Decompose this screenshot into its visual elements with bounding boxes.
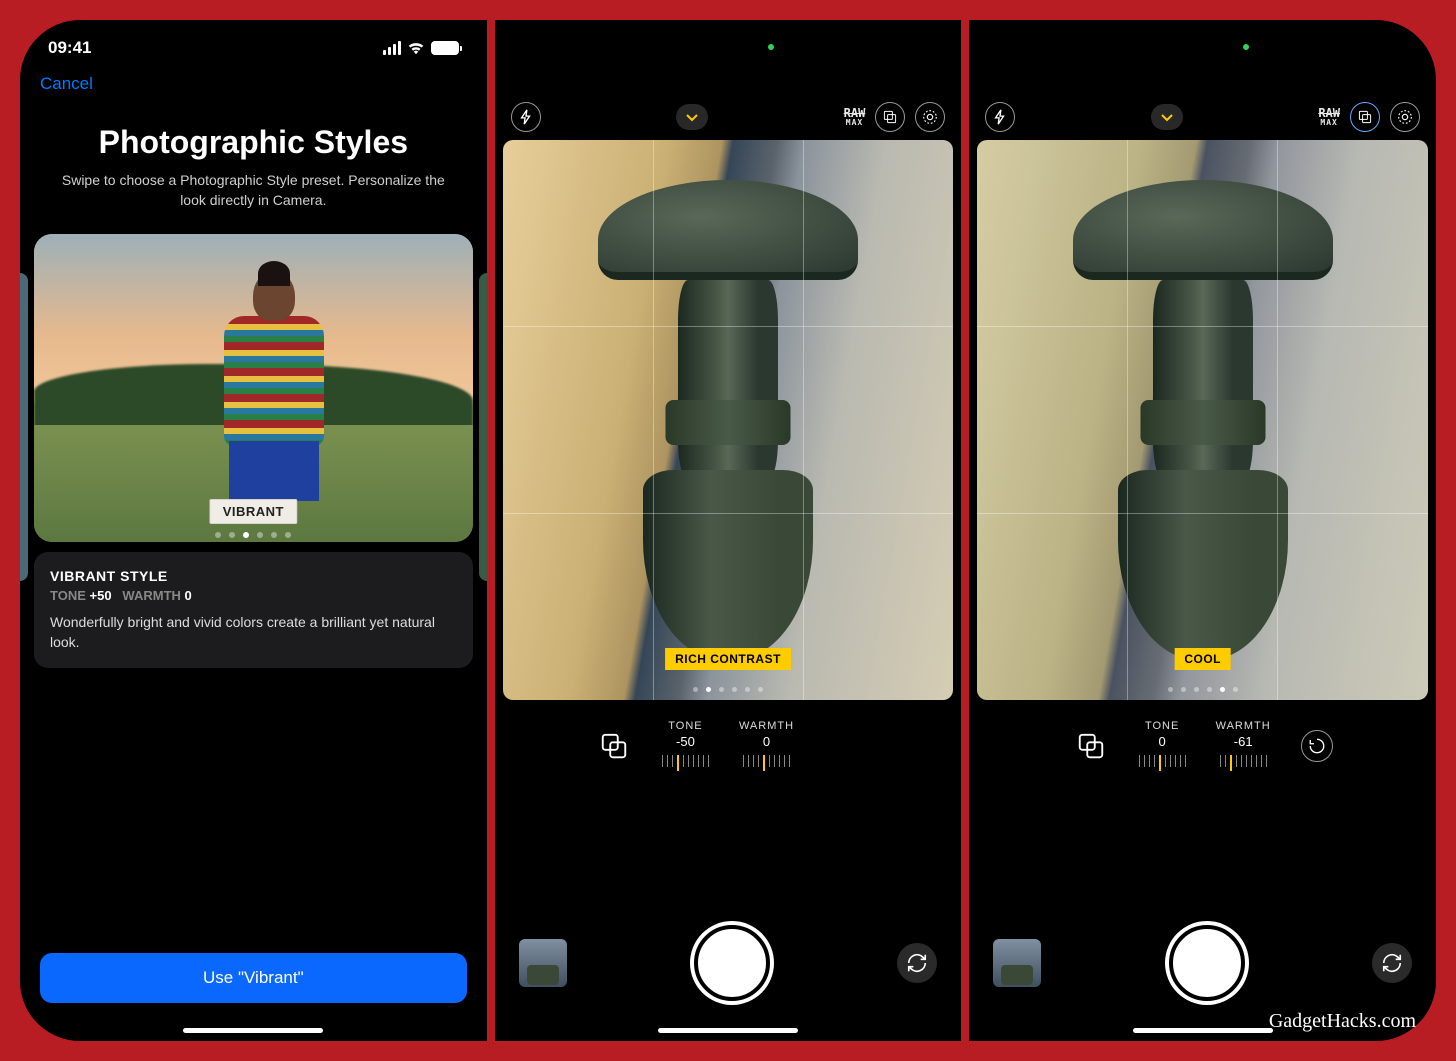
style-page-dots <box>693 687 763 692</box>
tone-slider[interactable]: TONE -50 <box>662 720 709 771</box>
home-indicator[interactable] <box>658 1028 798 1033</box>
status-bar: 09:41 <box>20 20 487 66</box>
camera-indicator-dot <box>768 44 774 50</box>
style-info-card: VIBRANT STYLE TONE +50 WARMTH 0 Wonderfu… <box>34 552 473 668</box>
next-preset-peek[interactable] <box>479 273 487 581</box>
switch-camera-button[interactable] <box>1372 943 1412 983</box>
styles-button[interactable] <box>875 102 905 132</box>
camera-controls: TONE -50 WARMTH 0 <box>495 720 962 771</box>
camera-top-bar: RAW MAX <box>495 102 962 132</box>
screen-styles-setup: 09:41 Cancel Photographic Styles Swipe t… <box>20 20 487 1041</box>
dynamic-island <box>1138 36 1268 72</box>
warmth-slider[interactable]: WARMTH -61 <box>1216 720 1271 771</box>
preset-preview[interactable]: VIBRANT <box>34 234 473 542</box>
camera-bottom-bar <box>969 925 1436 1001</box>
style-name: VIBRANT STYLE <box>50 568 457 584</box>
home-indicator[interactable] <box>1133 1028 1273 1033</box>
cancel-button[interactable]: Cancel <box>20 66 487 102</box>
styles-button[interactable] <box>1350 102 1380 132</box>
style-badge: RICH CONTRAST <box>665 648 791 670</box>
raw-badge[interactable]: RAW MAX <box>844 107 866 127</box>
viewfinder[interactable]: COOL <box>977 140 1428 700</box>
raw-badge[interactable]: RAW MAX <box>1318 107 1340 127</box>
shutter-button[interactable] <box>1169 925 1245 1001</box>
style-params: TONE +50 WARMTH 0 <box>50 588 457 603</box>
camera-top-bar: RAW MAX <box>969 102 1436 132</box>
flash-button[interactable] <box>985 102 1015 132</box>
prev-preset-peek[interactable] <box>20 273 28 581</box>
wifi-icon <box>407 41 425 55</box>
home-indicator[interactable] <box>183 1028 323 1033</box>
signal-icon <box>383 41 401 55</box>
status-time: 09:41 <box>48 38 91 58</box>
style-page-dots <box>1168 687 1238 692</box>
styles-overlay-button[interactable] <box>596 728 632 764</box>
screen-camera-rich: RAW MAX RI <box>495 20 962 1041</box>
camera-indicator-dot <box>1243 44 1249 50</box>
flash-button[interactable] <box>511 102 541 132</box>
live-photo-button[interactable] <box>915 102 945 132</box>
switch-camera-button[interactable] <box>897 943 937 983</box>
preset-label: VIBRANT <box>210 499 297 524</box>
camera-bottom-bar <box>495 925 962 1001</box>
viewfinder[interactable]: RICH CONTRAST <box>503 140 954 700</box>
style-description: Wonderfully bright and vivid colors crea… <box>50 613 457 652</box>
screen-camera-cool: RAW MAX CO <box>969 20 1436 1041</box>
camera-controls: TONE 0 WARMTH -61 <box>969 720 1436 771</box>
page-dots <box>215 532 291 538</box>
use-style-button[interactable]: Use "Vibrant" <box>40 953 467 1003</box>
style-badge: COOL <box>1174 648 1231 670</box>
battery-icon <box>431 41 459 55</box>
viewfinder-subject <box>598 180 858 660</box>
page-subtitle: Swipe to choose a Photographic Style pre… <box>20 171 487 234</box>
live-photo-button[interactable] <box>1390 102 1420 132</box>
warmth-slider[interactable]: WARMTH 0 <box>739 720 794 771</box>
shutter-button[interactable] <box>694 925 770 1001</box>
styles-overlay-button[interactable] <box>1073 728 1109 764</box>
page-title: Photographic Styles <box>20 102 487 171</box>
options-chevron[interactable] <box>1151 104 1183 130</box>
watermark: GadgetHacks.com <box>1269 1010 1416 1033</box>
reset-button[interactable] <box>1301 730 1333 762</box>
preview-person <box>209 271 339 531</box>
last-photo-thumbnail[interactable] <box>993 939 1041 987</box>
tone-slider[interactable]: TONE 0 <box>1139 720 1186 771</box>
last-photo-thumbnail[interactable] <box>519 939 567 987</box>
dynamic-island <box>663 36 793 72</box>
options-chevron[interactable] <box>676 104 708 130</box>
status-icons <box>383 41 459 55</box>
viewfinder-subject <box>1073 180 1333 660</box>
